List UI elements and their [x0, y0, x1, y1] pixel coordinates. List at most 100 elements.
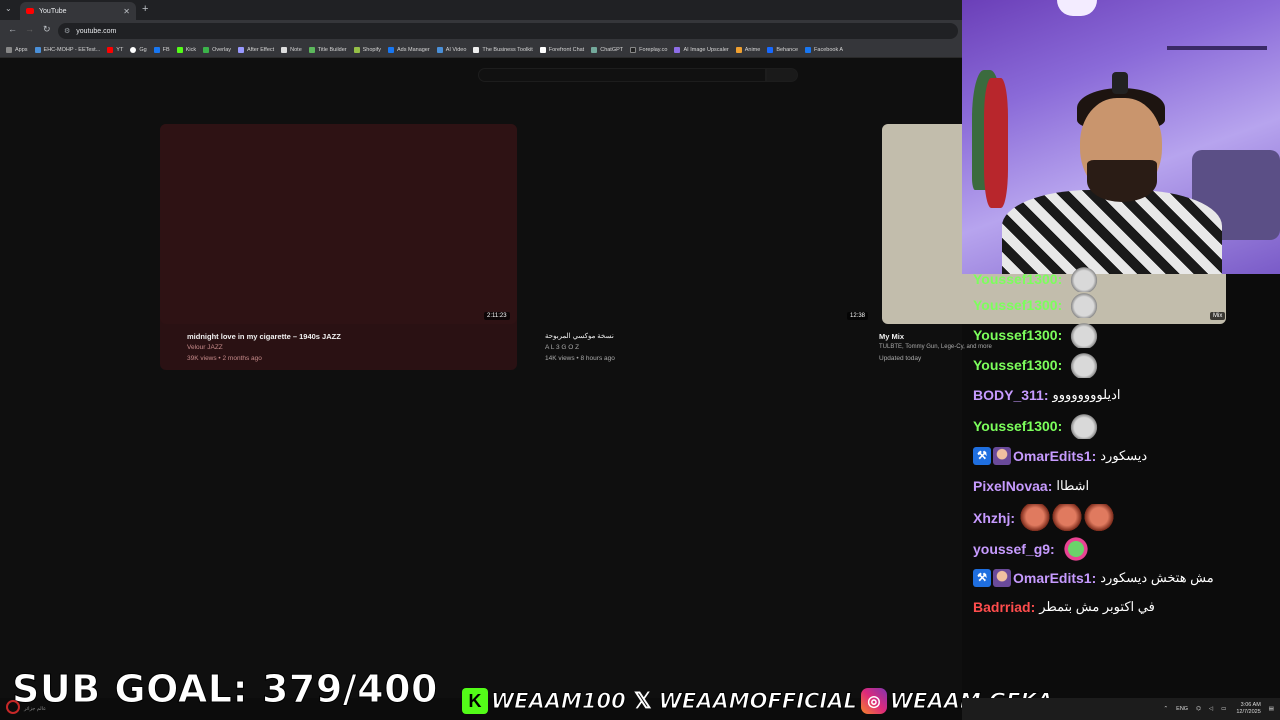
bookmark-item[interactable]: Ads Manager [387, 46, 430, 53]
system-tray: ⌃ ENG ⌬ ◁ ▭ 3:06 AM 12/7/2025 ▤ [962, 698, 1280, 720]
subscriber-badge-icon [993, 447, 1011, 465]
moderator-hammer-icon: ⚒ [973, 569, 991, 587]
clock-date: 12/7/2025 [1236, 709, 1261, 715]
chevron-up-icon[interactable]: ⌃ [1164, 706, 1169, 712]
chat-text: ديسكورد [1100, 448, 1148, 463]
lang-indicator[interactable]: ENG [1176, 706, 1188, 712]
video-title[interactable]: My Mix [879, 332, 904, 341]
back-icon[interactable]: ← [8, 24, 17, 34]
network-icon[interactable]: ⌬ [1196, 706, 1201, 712]
x-handle: WEAAMOFFICIAL [658, 689, 857, 714]
chat-text: في اكتوبر مش بتمطر [1039, 599, 1155, 614]
bookmark-item[interactable]: Title Builder [308, 46, 347, 53]
chat-message: Youssef1300: [973, 266, 1101, 292]
bookmark-item[interactable]: Forefront Chat [539, 46, 585, 53]
bookmark-item[interactable]: FB [153, 46, 170, 53]
close-icon[interactable]: ✕ [123, 7, 130, 16]
bookmark-item[interactable]: Behance [767, 46, 798, 53]
chatgpt-icon [591, 46, 598, 53]
ceiling-light [1057, 0, 1097, 16]
tab-search-icon[interactable]: ⌄ [5, 4, 12, 13]
bookmark-label: Forefront Chat [548, 46, 585, 53]
battery-icon[interactable]: ▭ [1221, 706, 1226, 712]
video-stats: 14K views • 8 hours ago [545, 355, 615, 362]
new-tab-icon[interactable]: + [142, 3, 148, 15]
clock[interactable]: 3:06 AM 12/7/2025 [1236, 702, 1260, 716]
anime-icon [735, 46, 742, 53]
chat-username: OmarEdits1: [1013, 570, 1097, 586]
bookmark-item[interactable]: Gg [130, 46, 147, 53]
bookmark-label: Gg [139, 46, 147, 53]
chat-message: Youssef1300: [973, 352, 1101, 378]
bookmark-label: After Effect [247, 46, 275, 53]
cat-emote-icon [1068, 266, 1101, 292]
video-thumbnail[interactable] [160, 124, 517, 324]
bookmark-label: FB [162, 46, 170, 53]
bookmark-item[interactable]: ChatGPT [591, 46, 623, 53]
chat-username: BODY_311: [973, 387, 1049, 403]
chat-username: Youssef1300: [973, 357, 1063, 373]
tab-youtube[interactable]: YouTube ✕ [20, 2, 136, 20]
facebook-icon [153, 46, 160, 53]
chat-message: PixelNovaa: اشطاا [973, 478, 1089, 494]
bookmark-label: EHC-MOHP - EETest... [43, 46, 101, 53]
chat-username: OmarEdits1: [1013, 448, 1097, 464]
notification-icon[interactable]: ▤ [1269, 706, 1274, 712]
site-info-icon[interactable]: ⚙ [64, 27, 70, 35]
bookmark-item[interactable]: Note [281, 46, 302, 53]
video-channel[interactable]: Velour JAZZ [187, 344, 223, 351]
chat-message: ⚒ OmarEdits1: ديسكورد [973, 447, 1147, 465]
bookmark-label: Title Builder [317, 46, 347, 53]
bookmark-item[interactable]: The Business Toolkit [473, 46, 533, 53]
subscriber-badge-icon [993, 569, 1011, 587]
face-emote-icon [1083, 504, 1115, 532]
video-title[interactable]: midnight love in my cigarette – 1940s JA… [187, 332, 341, 341]
bookmark-item[interactable]: Shopify [353, 46, 381, 53]
cat-emote-icon [1068, 352, 1101, 378]
sub-goal-counter: SUB GOAL: 379/400 [12, 667, 438, 712]
video-duration: 12:38 [847, 312, 869, 320]
streamer-shirt [1002, 190, 1222, 274]
chat-text: مش هتخش ديسكورد [1100, 570, 1214, 585]
moderator-hammer-icon: ⚒ [973, 447, 991, 465]
bookmark-item[interactable]: EHC-MOHP - EETest... [34, 46, 101, 53]
chat-username: Youssef1300: [973, 271, 1063, 287]
bookmark-item[interactable]: Overlay [203, 46, 231, 53]
search-input[interactable] [478, 68, 766, 82]
chat-message: Badrriad: في اكتوبر مش بتمطر [973, 599, 1155, 615]
bookmark-item[interactable]: Foreplay.co [630, 46, 667, 53]
shopify-icon [353, 46, 360, 53]
facebook-icon [805, 46, 812, 53]
business-toolkit-icon [473, 46, 480, 53]
app-icon[interactable] [6, 700, 20, 714]
bookmark-label: The Business Toolkit [482, 46, 533, 53]
search-button[interactable] [766, 68, 798, 82]
streamer-beard [1087, 160, 1157, 202]
bookmark-item[interactable]: AI Image Upscaler [674, 46, 729, 53]
bookmark-item[interactable]: After Effect [238, 46, 275, 53]
bookmark-label: Ads Manager [396, 46, 430, 53]
chat-message: Youssef1300: [973, 322, 1101, 348]
chat-message: ⚒ OmarEdits1: مش هتخش ديسكورد [973, 569, 1214, 587]
bookmark-item[interactable]: Anime [735, 46, 760, 53]
bookmark-item[interactable]: AI Video [436, 46, 466, 53]
video-stats: Updated today [879, 355, 922, 362]
frog-emote-icon [1060, 535, 1091, 563]
video-channel[interactable]: A L 3 G O Z [545, 344, 579, 351]
address-bar[interactable]: ⚙ youtube.com [58, 23, 958, 39]
reload-icon[interactable]: ↻ [43, 24, 51, 35]
video-title[interactable]: نسخة موكسي المربوحة [545, 332, 614, 340]
cat-emote-icon [1068, 292, 1101, 318]
google-icon [130, 46, 137, 53]
bookmark-item[interactable]: Kick [176, 46, 197, 53]
face-emote-icon [1051, 504, 1083, 532]
stream-frame: ⌄ YouTube ✕ + ← → ↻ ⚙ youtube.com Apps E… [0, 0, 1280, 720]
bookmark-item[interactable]: Facebook A [805, 46, 843, 53]
volume-icon[interactable]: ◁ [1209, 706, 1213, 712]
forward-icon[interactable]: → [25, 24, 34, 34]
face-emote-icon [1019, 504, 1051, 532]
bookmark-label: Kick [185, 46, 197, 53]
bookmark-icon [34, 46, 41, 53]
bookmark-item[interactable]: YT [107, 46, 123, 53]
bookmark-item[interactable]: Apps [6, 46, 28, 53]
